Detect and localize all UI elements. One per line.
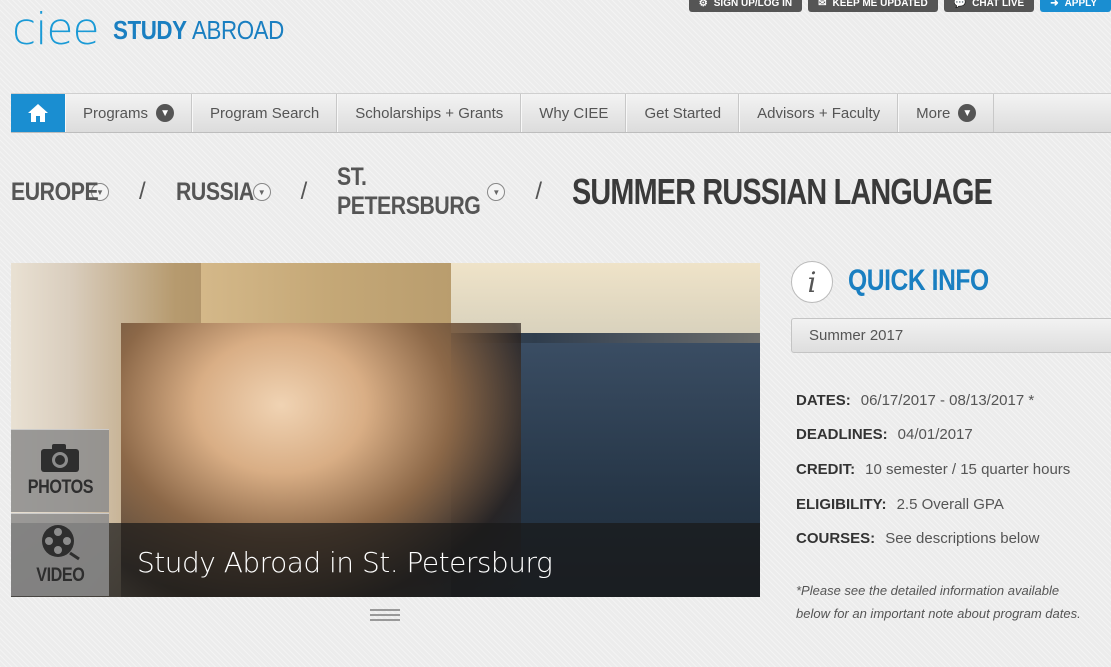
breadcrumb-separator: / bbox=[139, 178, 146, 205]
breadcrumb-label[interactable]: ST. PETERSBURG bbox=[337, 163, 481, 221]
signup-login-button[interactable]: ⚙ SIGN UP/LOG IN bbox=[688, 0, 803, 12]
info-row-eligibility: ELIGIBILITY: 2.5 Overall GPA bbox=[796, 487, 1111, 522]
nav-item-label: Programs bbox=[83, 104, 149, 122]
info-row-credit: CREDIT: 10 semester / 15 quarter hours bbox=[796, 452, 1111, 487]
nav-item-label: Get Started bbox=[644, 104, 722, 122]
info-label: ELIGIBILITY: bbox=[796, 495, 887, 513]
breadcrumb-europe[interactable]: EUROPE ▼ bbox=[11, 178, 109, 207]
photos-label: PHOTOS bbox=[27, 477, 93, 498]
info-label: DEADLINES: bbox=[796, 426, 888, 444]
info-value: 10 semester / 15 quarter hours bbox=[865, 460, 1071, 478]
nav-item-programs[interactable]: Programs ▼ bbox=[65, 94, 193, 132]
info-row-courses: COURSES: See descriptions below bbox=[796, 521, 1111, 556]
quick-info-list: DATES: 06/17/2017 - 08/13/2017 * DEADLIN… bbox=[796, 383, 1111, 556]
nav-item-label: More bbox=[916, 104, 951, 122]
nav-home-button[interactable] bbox=[11, 94, 65, 132]
chevron-down-icon[interactable]: ▼ bbox=[252, 183, 271, 201]
study-abroad-logo-text: STUDY ABROAD bbox=[113, 15, 284, 46]
nav-item-label: Program Search bbox=[210, 104, 320, 122]
drag-handle-icon[interactable] bbox=[370, 609, 400, 624]
nav-item-more[interactable]: More ▼ bbox=[898, 94, 995, 132]
breadcrumb-label[interactable]: EUROPE bbox=[11, 178, 99, 207]
site-logo[interactable]: ciee STUDY ABROAD bbox=[12, 8, 311, 52]
info-value: 2.5 Overall GPA bbox=[896, 495, 1004, 513]
breadcrumb-separator: / bbox=[300, 178, 308, 205]
nav-item-why-ciee[interactable]: Why CIEE bbox=[521, 94, 627, 132]
breadcrumb: EUROPE ▼ / RUSSIA ▼ / ST. PETERSBURG ▼ /… bbox=[11, 163, 1097, 220]
term-select[interactable]: Summer 2017 bbox=[791, 318, 1111, 353]
info-label: DATES: bbox=[796, 391, 851, 409]
page-title: SUMMER RUSSIAN LANGUAGE bbox=[572, 171, 993, 212]
logo-text-abroad: ABROAD bbox=[191, 14, 284, 45]
info-value: 06/17/2017 - 08/13/2017 * bbox=[860, 391, 1035, 409]
info-label: CREDIT: bbox=[796, 460, 856, 478]
keep-updated-label: KEEP ME UPDATED bbox=[832, 0, 928, 9]
hero-caption: Study Abroad in St. Petersburg bbox=[137, 546, 553, 579]
info-value: See descriptions below bbox=[885, 530, 1040, 548]
chat-icon: 💬 bbox=[953, 0, 967, 9]
photos-button[interactable]: PHOTOS bbox=[11, 429, 109, 512]
breadcrumb-label[interactable]: RUSSIA bbox=[176, 178, 254, 207]
nav-item-label: Why CIEE bbox=[539, 104, 609, 122]
utility-links: ⚙ SIGN UP/LOG IN ✉ KEEP ME UPDATED 💬 CHA… bbox=[688, 0, 1111, 12]
chat-live-button[interactable]: 💬 CHAT LIVE bbox=[943, 0, 1035, 12]
chat-live-label: CHAT LIVE bbox=[972, 0, 1025, 9]
logo-text-study: STUDY bbox=[112, 14, 187, 45]
chevron-down-icon: ▼ bbox=[958, 104, 977, 122]
nav-item-advisors-faculty[interactable]: Advisors + Faculty bbox=[739, 94, 899, 132]
camera-icon bbox=[41, 444, 79, 472]
video-button[interactable]: VIDEO bbox=[11, 513, 109, 596]
keep-me-updated-button[interactable]: ✉ KEEP ME UPDATED bbox=[808, 0, 938, 12]
info-value: 04/01/2017 bbox=[897, 426, 973, 444]
nav-item-program-search[interactable]: Program Search bbox=[192, 94, 338, 132]
chevron-down-icon: ▼ bbox=[156, 104, 175, 122]
info-row-dates: DATES: 06/17/2017 - 08/13/2017 * bbox=[796, 383, 1111, 418]
mail-icon: ✉ bbox=[818, 0, 827, 9]
info-row-deadlines: DEADLINES: 04/01/2017 bbox=[796, 418, 1111, 453]
breadcrumb-russia[interactable]: RUSSIA ▼ bbox=[176, 178, 271, 207]
film-reel-icon bbox=[42, 525, 80, 561]
video-label: VIDEO bbox=[35, 565, 85, 586]
signup-login-label: SIGN UP/LOG IN bbox=[713, 0, 793, 9]
dates-note: *Please see the detailed information ava… bbox=[796, 583, 1081, 621]
home-icon bbox=[28, 104, 48, 122]
chevron-down-icon[interactable]: ▼ bbox=[487, 183, 506, 201]
breadcrumb-separator: / bbox=[535, 178, 543, 205]
nav-item-label: Advisors + Faculty bbox=[757, 104, 881, 122]
ciee-logo-mark: ciee bbox=[12, 4, 100, 55]
nav-item-scholarships[interactable]: Scholarships + Grants bbox=[337, 94, 522, 132]
main-nav: Programs ▼ Program Search Scholarships +… bbox=[11, 93, 1111, 133]
apply-button[interactable]: ➜ APPLY bbox=[1040, 0, 1111, 12]
info-label: COURSES: bbox=[796, 530, 876, 548]
gear-icon: ⚙ bbox=[698, 0, 708, 9]
info-icon: i bbox=[791, 261, 833, 303]
nav-item-get-started[interactable]: Get Started bbox=[626, 94, 740, 132]
hero-slideshow[interactable]: Study Abroad in St. Petersburg PHOTOS VI… bbox=[11, 263, 760, 597]
breadcrumb-st-petersburg[interactable]: ST. PETERSBURG ▼ bbox=[337, 163, 506, 221]
quick-info-title: QUICK INFO bbox=[848, 264, 989, 297]
nav-item-label: Scholarships + Grants bbox=[355, 104, 504, 122]
apply-label: APPLY bbox=[1064, 0, 1097, 9]
arrow-icon: ➜ bbox=[1050, 0, 1059, 9]
